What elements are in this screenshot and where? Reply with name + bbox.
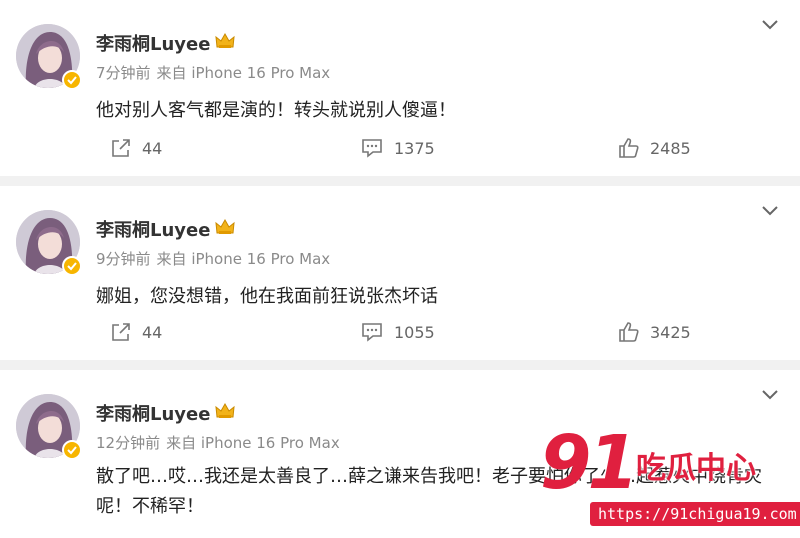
like-icon — [619, 322, 639, 342]
comment-count: 1375 — [394, 138, 435, 158]
verified-badge-icon — [62, 256, 82, 276]
chevron-down-icon[interactable] — [760, 388, 780, 402]
watermark-logo-text: 吃瓜中心 — [636, 451, 756, 486]
like-count: 2485 — [650, 138, 691, 158]
post-card: 李雨桐Luyee 7分钟前 来自 iPhone 16 Pro Max 他对别人客气… — [0, 0, 800, 176]
post-time[interactable]: 12分钟前 — [96, 434, 160, 452]
share-icon — [112, 139, 130, 157]
comment-icon — [362, 139, 382, 158]
share-icon — [112, 323, 130, 341]
post-source: 来自 iPhone 16 Pro Max — [166, 434, 340, 452]
verified-badge-icon — [62, 440, 82, 460]
comment-icon — [362, 323, 382, 342]
like-count: 3425 — [650, 322, 691, 342]
share-count: 44 — [142, 138, 163, 158]
post-meta: 9分钟前 来自 iPhone 16 Pro Max — [96, 248, 330, 269]
post-meta: 12分钟前 来自 iPhone 16 Pro Max — [96, 432, 340, 453]
chevron-down-icon[interactable] — [760, 204, 780, 218]
verified-badge-icon — [62, 70, 82, 90]
post-time[interactable]: 9分钟前 — [96, 250, 151, 268]
weibo-feed: 李雨桐Luyee 7分钟前 来自 iPhone 16 Pro Max 他对别人客气… — [0, 0, 800, 538]
comment-button[interactable]: 1375 — [360, 136, 435, 160]
watermark-logo-number: 91 — [540, 420, 639, 506]
post-content: 娜姐，您没想错，他在我面前狂说张杰坏话 — [96, 286, 438, 307]
chevron-down-icon[interactable] — [760, 18, 780, 32]
like-button[interactable]: 2485 — [618, 136, 691, 160]
crown-icon — [215, 402, 235, 418]
post-card: 李雨桐Luyee 9分钟前 来自 iPhone 16 Pro Max 娜姐，您没想… — [0, 186, 800, 360]
like-icon — [619, 138, 639, 158]
post-source: 来自 iPhone 16 Pro Max — [156, 64, 331, 82]
post-content: 他对别人客气都是演的！转头就说别人傻逼！ — [96, 100, 456, 121]
crown-icon — [215, 32, 235, 48]
share-button[interactable]: 44 — [110, 136, 162, 160]
post-meta: 7分钟前 来自 iPhone 16 Pro Max — [96, 62, 330, 83]
like-button[interactable]: 3425 — [618, 320, 691, 344]
comment-button[interactable]: 1055 — [360, 320, 435, 344]
username[interactable]: 李雨桐Luyee — [96, 400, 210, 426]
username[interactable]: 李雨桐Luyee — [96, 216, 210, 242]
comment-count: 1055 — [394, 322, 435, 342]
crown-icon — [215, 218, 235, 234]
watermark-url: https://91chigua19.com — [590, 502, 800, 526]
post-source: 来自 iPhone 16 Pro Max — [156, 250, 331, 268]
share-count: 44 — [142, 322, 163, 342]
share-button[interactable]: 44 — [110, 320, 162, 344]
post-time[interactable]: 7分钟前 — [96, 64, 151, 82]
username[interactable]: 李雨桐Luyee — [96, 30, 210, 56]
